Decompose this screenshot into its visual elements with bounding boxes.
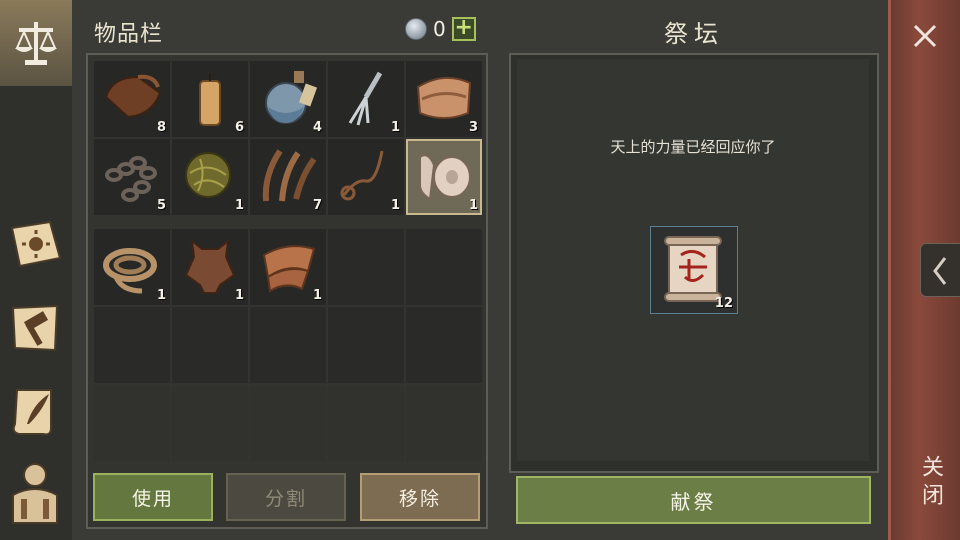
remove-button[interactable]: 移除 — [360, 473, 480, 521]
inventory-slot-empty[interactable] — [328, 229, 404, 305]
animal-hide-icon — [184, 238, 236, 294]
candle-icon — [199, 73, 221, 126]
inventory-slot[interactable]: 7 — [250, 139, 326, 215]
close-icon[interactable] — [907, 18, 943, 54]
inventory-slot-locked — [406, 385, 482, 461]
inventory-slot-empty[interactable] — [328, 307, 404, 383]
inventory-slot[interactable]: 1 — [328, 61, 404, 137]
item-quantity: 3 — [468, 120, 478, 135]
rope-coil-icon — [103, 248, 157, 294]
item-quantity: 1 — [390, 120, 400, 135]
item-quantity: 8 — [156, 120, 166, 135]
altar-title: 祭坛 — [664, 20, 724, 48]
inventory-slot[interactable]: 1 — [172, 139, 248, 215]
hammer-map-icon — [11, 304, 59, 352]
tab-trade[interactable] — [0, 0, 72, 86]
inventory-slot[interactable]: 6 — [172, 61, 248, 137]
item-quantity: 1 — [312, 288, 322, 303]
inventory-grid-main: 8 6 4 1 3 5 1 7 1 1 — [94, 61, 482, 215]
inventory-slot-locked — [94, 385, 170, 461]
inventory-slot-locked — [172, 385, 248, 461]
item-quantity: 12 — [714, 296, 733, 311]
chain-icon — [105, 156, 157, 202]
item-quantity: 1 — [468, 198, 478, 213]
inventory-slot[interactable]: 1 — [328, 139, 404, 215]
inventory-slot-locked — [328, 385, 404, 461]
fork-trap-icon — [348, 71, 383, 126]
scales-icon — [15, 22, 57, 65]
inventory-slot[interactable]: 1 — [250, 229, 326, 305]
chevron-left-icon — [933, 257, 947, 285]
fabric-piece-icon — [262, 245, 316, 293]
currency-display: 0 + — [405, 17, 476, 41]
inventory-slot-empty[interactable] — [172, 307, 248, 383]
use-button[interactable]: 使用 — [93, 473, 213, 521]
rail-button-recipes[interactable] — [4, 380, 66, 444]
item-quantity: 1 — [156, 288, 166, 303]
quill-scroll-icon — [12, 389, 52, 436]
inventory-slot[interactable]: 1 — [172, 229, 248, 305]
item-quantity: 1 — [234, 198, 244, 213]
cloth-bundle-icon — [416, 76, 472, 119]
potion-flask-icon — [265, 71, 318, 124]
rail-button-journal[interactable] — [4, 212, 66, 276]
inventory-slot[interactable]: 4 — [250, 61, 326, 137]
side-drawer-handle[interactable] — [920, 243, 960, 297]
currency-value: 0 — [433, 17, 446, 41]
inventory-slot-empty[interactable] — [250, 307, 326, 383]
inventory-slot[interactable]: 1 — [94, 229, 170, 305]
inventory-slot-empty[interactable] — [406, 307, 482, 383]
cloth-roll-icon — [419, 154, 471, 201]
leather-scroll-icon — [104, 74, 162, 119]
item-quantity: 5 — [156, 198, 166, 213]
rail-button-character[interactable] — [4, 462, 66, 526]
split-button[interactable]: 分割 — [226, 473, 346, 521]
item-quantity: 7 — [312, 198, 322, 213]
item-quantity: 6 — [234, 120, 244, 135]
inventory-slot[interactable]: 8 — [94, 61, 170, 137]
inventory-slot-empty[interactable] — [406, 229, 482, 305]
inventory-slot-selected[interactable]: 1 — [406, 139, 482, 215]
add-currency-button[interactable]: + — [451, 17, 476, 41]
left-rail — [0, 0, 72, 540]
rune-scroll-icon — [664, 236, 722, 302]
inventory-slot-empty[interactable] — [94, 307, 170, 383]
character-icon — [12, 463, 58, 524]
fiber-strands-icon — [262, 149, 317, 202]
sun-book-icon — [10, 220, 62, 268]
inventory-slot[interactable]: 5 — [94, 139, 170, 215]
offer-button[interactable]: 献祭 — [516, 476, 871, 524]
item-quantity: 4 — [312, 120, 322, 135]
item-quantity: 1 — [390, 198, 400, 213]
inventory-title: 物品栏 — [94, 22, 164, 47]
close-label[interactable]: 关闭 — [906, 455, 946, 511]
whip-icon — [340, 150, 384, 201]
gem-icon — [405, 18, 427, 40]
inventory-grid-extra: 1 1 1 — [94, 229, 482, 461]
item-quantity: 1 — [234, 288, 244, 303]
rail-button-crafting[interactable] — [4, 296, 66, 360]
altar-message: 天上的力量已经回应你了 — [610, 138, 776, 156]
altar-offering-slot[interactable]: 12 — [650, 226, 738, 314]
vine-ball-icon — [185, 152, 231, 198]
inventory-slot-locked — [250, 385, 326, 461]
inventory-slot[interactable]: 3 — [406, 61, 482, 137]
